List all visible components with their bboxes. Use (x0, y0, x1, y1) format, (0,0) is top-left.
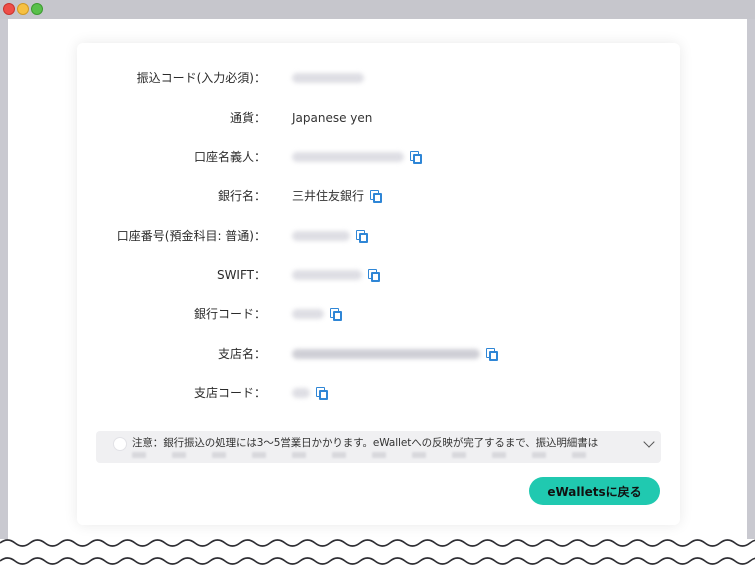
detail-label: 口座名義人： (193, 150, 266, 164)
detail-label: 支店名： (217, 347, 266, 361)
detail-value (292, 382, 328, 404)
redacted-value (292, 152, 404, 162)
window-titlebar (0, 0, 755, 19)
copy-icon[interactable] (330, 308, 342, 321)
redacted-value (292, 309, 324, 319)
detail-label: 口座番号(預金科目: 普通)： (116, 229, 266, 243)
detail-value (292, 343, 498, 365)
copy-icon[interactable] (356, 230, 368, 243)
detail-value: 三井住友銀行 (292, 185, 383, 207)
detail-row: 口座名義人： (77, 146, 680, 168)
notice-text: 注意：銀行振込の処理には3～5営業日かかります。eWalletへの反映が完了する… (132, 437, 599, 449)
redacted-value (292, 73, 364, 83)
detail-value: Japanese yen (292, 107, 372, 129)
detail-row: 支店コード： (77, 382, 680, 404)
page-viewport: 振込コード(入力必須)： 通貨： Japanese yen 口座名義人： 銀行名： 三井住… (8, 19, 747, 559)
detail-row: 銀行コード： (77, 303, 680, 325)
back-to-ewallets-button[interactable]: eWalletsに戻る (529, 477, 660, 505)
bank-transfer-details-card: 振込コード(入力必須)： 通貨： Japanese yen 口座名義人： 銀行名： 三井住… (77, 43, 680, 525)
notice-banner[interactable]: 注意：銀行振込の処理には3～5営業日かかります。eWalletへの反映が完了する… (96, 431, 661, 463)
detail-row: 支店名： (77, 343, 680, 365)
copy-icon[interactable] (370, 190, 383, 203)
detail-value (292, 67, 364, 89)
info-icon (113, 437, 127, 451)
detail-value (292, 303, 342, 325)
detail-row: SWIFT： (77, 264, 680, 286)
copy-icon[interactable] (410, 151, 422, 164)
detail-label: 振込コード(入力必須)： (136, 71, 266, 85)
chevron-down-icon[interactable] (643, 436, 655, 448)
detail-label: 通貨： (229, 111, 266, 125)
detail-label: 銀行コード： (193, 307, 266, 321)
detail-value-text: 三井住友銀行 (292, 189, 365, 203)
detail-value (292, 146, 422, 168)
detail-label: 銀行名： (217, 189, 266, 203)
detail-label: SWIFT： (216, 268, 266, 282)
torn-edge-wave (0, 539, 755, 577)
browser-window: 振込コード(入力必須)： 通貨： Japanese yen 口座名義人： 銀行名： 三井住… (0, 0, 755, 577)
redacted-value (292, 270, 362, 280)
copy-icon[interactable] (368, 269, 380, 282)
detail-value (292, 225, 368, 247)
redacted-value (292, 349, 480, 359)
detail-row: 通貨： Japanese yen (77, 107, 680, 129)
redacted-value (292, 231, 350, 241)
close-window-button[interactable] (3, 3, 15, 15)
copy-icon[interactable] (316, 387, 328, 400)
redacted-value (292, 388, 310, 398)
copy-icon[interactable] (486, 348, 498, 361)
detail-row: 銀行名： 三井住友銀行 (77, 185, 680, 207)
detail-row: 振込コード(入力必須)： (77, 67, 680, 89)
detail-row: 口座番号(預金科目: 普通)： (77, 225, 680, 247)
detail-value (292, 264, 380, 286)
maximize-window-button[interactable] (31, 3, 43, 15)
minimize-window-button[interactable] (17, 3, 29, 15)
notice-truncated-line (132, 452, 602, 458)
detail-label: 支店コード： (193, 386, 266, 400)
detail-value-text: Japanese yen (292, 111, 373, 125)
